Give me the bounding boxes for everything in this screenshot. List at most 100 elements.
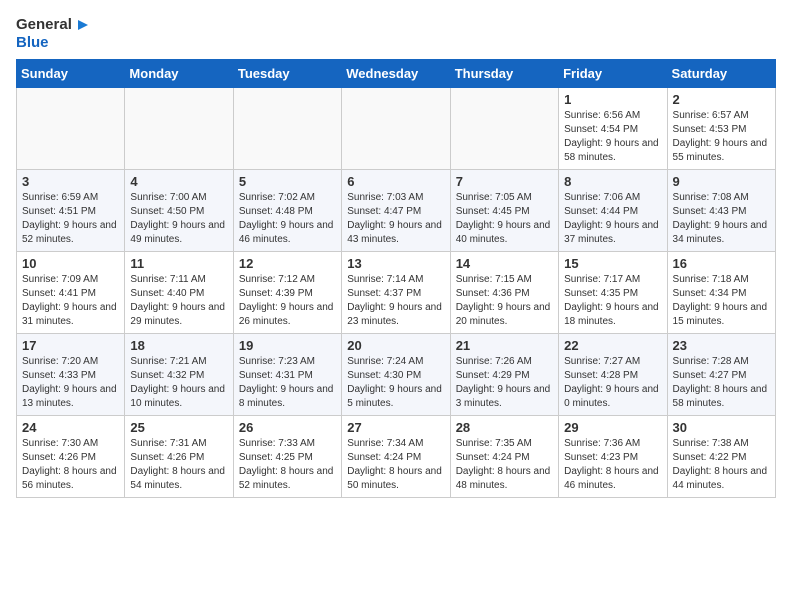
- day-number: 2: [673, 92, 770, 107]
- calendar-cell: 11 Sunrise: 7:11 AM Sunset: 4:40 PM Dayli…: [125, 252, 233, 334]
- calendar-cell: 28Sunrise: 7:35 AM Sunset: 4:24 PM Dayli…: [450, 416, 558, 498]
- day-number: 11: [130, 256, 227, 271]
- day-info: Sunrise: 7:17 AM Sunset: 4:35 PM Dayligh…: [564, 273, 661, 329]
- day-info: Sunrise: 6:56 AM Sunset: 4:54 PM Dayligh…: [564, 109, 661, 165]
- weekday-header-cell: Monday: [125, 60, 233, 88]
- day-info: Sunrise: 7:15 AM Sunset: 4:36 PM Dayligh…: [456, 273, 553, 329]
- calendar-cell: 9 Sunrise: 7:08 AM Sunset: 4:43 PM Daylig…: [667, 170, 775, 252]
- calendar-cell: 5Sunrise: 7:02 AM Sunset: 4:48 PM Daylig…: [233, 170, 341, 252]
- day-number: 3: [22, 174, 119, 189]
- weekday-header-cell: Wednesday: [342, 60, 450, 88]
- calendar-cell: [125, 88, 233, 170]
- day-info: Sunrise: 7:34 AM Sunset: 4:24 PM Dayligh…: [347, 437, 444, 493]
- calendar-cell: 21 Sunrise: 7:26 AM Sunset: 4:29 PM Dayli…: [450, 334, 558, 416]
- day-number: 29: [564, 420, 661, 435]
- day-info: Sunrise: 7:11 AM Sunset: 4:40 PM Dayligh…: [130, 273, 227, 329]
- day-number: 30: [673, 420, 770, 435]
- calendar-cell: 18 Sunrise: 7:21 AM Sunset: 4:32 PM Dayli…: [125, 334, 233, 416]
- day-number: 15: [564, 256, 661, 271]
- calendar-body: 1 Sunrise: 6:56 AM Sunset: 4:54 PM Daylig…: [17, 88, 776, 498]
- day-number: 12: [239, 256, 336, 271]
- day-number: 26: [239, 420, 336, 435]
- calendar-cell: 19Sunrise: 7:23 AM Sunset: 4:31 PM Dayli…: [233, 334, 341, 416]
- day-number: 1: [564, 92, 661, 107]
- weekday-header-cell: Friday: [559, 60, 667, 88]
- weekday-header-row: SundayMondayTuesdayWednesdayThursdayFrid…: [17, 60, 776, 88]
- day-number: 22: [564, 338, 661, 353]
- logo-text-block: General Blue: [16, 16, 92, 51]
- calendar-cell: 15 Sunrise: 7:17 AM Sunset: 4:35 PM Dayli…: [559, 252, 667, 334]
- day-info: Sunrise: 7:28 AM Sunset: 4:27 PM Dayligh…: [673, 355, 770, 411]
- day-info: Sunrise: 7:26 AM Sunset: 4:29 PM Dayligh…: [456, 355, 553, 411]
- day-number: 8: [564, 174, 661, 189]
- day-info: Sunrise: 7:06 AM Sunset: 4:44 PM Dayligh…: [564, 191, 661, 247]
- day-number: 6: [347, 174, 444, 189]
- calendar-cell: 16Sunrise: 7:18 AM Sunset: 4:34 PM Dayli…: [667, 252, 775, 334]
- calendar-cell: [450, 88, 558, 170]
- calendar-cell: 25 Sunrise: 7:31 AM Sunset: 4:26 PM Dayli…: [125, 416, 233, 498]
- calendar-cell: [233, 88, 341, 170]
- weekday-header-cell: Saturday: [667, 60, 775, 88]
- calendar-cell: 4 Sunrise: 7:00 AM Sunset: 4:50 PM Daylig…: [125, 170, 233, 252]
- logo: General Blue: [16, 16, 92, 51]
- calendar-cell: 7Sunrise: 7:05 AM Sunset: 4:45 PM Daylig…: [450, 170, 558, 252]
- day-info: Sunrise: 6:59 AM Sunset: 4:51 PM Dayligh…: [22, 191, 119, 247]
- calendar-cell: 2 Sunrise: 6:57 AM Sunset: 4:53 PM Daylig…: [667, 88, 775, 170]
- calendar-row: 1 Sunrise: 6:56 AM Sunset: 4:54 PM Daylig…: [17, 88, 776, 170]
- calendar-cell: 6 Sunrise: 7:03 AM Sunset: 4:47 PM Daylig…: [342, 170, 450, 252]
- calendar-cell: 10Sunrise: 7:09 AM Sunset: 4:41 PM Dayli…: [17, 252, 125, 334]
- calendar-cell: 23Sunrise: 7:28 AM Sunset: 4:27 PM Dayli…: [667, 334, 775, 416]
- calendar-cell: 1 Sunrise: 6:56 AM Sunset: 4:54 PM Daylig…: [559, 88, 667, 170]
- day-info: Sunrise: 6:57 AM Sunset: 4:53 PM Dayligh…: [673, 109, 770, 165]
- logo-arrow-icon: [74, 16, 92, 34]
- calendar-cell: 14 Sunrise: 7:15 AM Sunset: 4:36 PM Dayli…: [450, 252, 558, 334]
- page-header: General Blue: [16, 16, 776, 51]
- day-info: Sunrise: 7:12 AM Sunset: 4:39 PM Dayligh…: [239, 273, 336, 329]
- day-info: Sunrise: 7:31 AM Sunset: 4:26 PM Dayligh…: [130, 437, 227, 493]
- day-info: Sunrise: 7:14 AM Sunset: 4:37 PM Dayligh…: [347, 273, 444, 329]
- calendar-cell: 26 Sunrise: 7:33 AM Sunset: 4:25 PM Dayli…: [233, 416, 341, 498]
- logo-blue: Blue: [16, 34, 49, 51]
- day-info: Sunrise: 7:33 AM Sunset: 4:25 PM Dayligh…: [239, 437, 336, 493]
- calendar-row: 17 Sunrise: 7:20 AM Sunset: 4:33 PM Dayli…: [17, 334, 776, 416]
- day-info: Sunrise: 7:38 AM Sunset: 4:22 PM Dayligh…: [673, 437, 770, 493]
- day-number: 16: [673, 256, 770, 271]
- calendar-cell: 24 Sunrise: 7:30 AM Sunset: 4:26 PM Dayli…: [17, 416, 125, 498]
- day-info: Sunrise: 7:03 AM Sunset: 4:47 PM Dayligh…: [347, 191, 444, 247]
- day-number: 10: [22, 256, 119, 271]
- day-info: Sunrise: 7:05 AM Sunset: 4:45 PM Dayligh…: [456, 191, 553, 247]
- calendar-cell: 17 Sunrise: 7:20 AM Sunset: 4:33 PM Dayli…: [17, 334, 125, 416]
- calendar-row: 24 Sunrise: 7:30 AM Sunset: 4:26 PM Dayli…: [17, 416, 776, 498]
- calendar-cell: [342, 88, 450, 170]
- calendar-cell: 27Sunrise: 7:34 AM Sunset: 4:24 PM Dayli…: [342, 416, 450, 498]
- day-number: 18: [130, 338, 227, 353]
- calendar-cell: 8 Sunrise: 7:06 AM Sunset: 4:44 PM Daylig…: [559, 170, 667, 252]
- day-number: 4: [130, 174, 227, 189]
- calendar-row: 3 Sunrise: 6:59 AM Sunset: 4:51 PM Daylig…: [17, 170, 776, 252]
- calendar-cell: [17, 88, 125, 170]
- day-info: Sunrise: 7:30 AM Sunset: 4:26 PM Dayligh…: [22, 437, 119, 493]
- day-info: Sunrise: 7:00 AM Sunset: 4:50 PM Dayligh…: [130, 191, 227, 247]
- day-number: 14: [456, 256, 553, 271]
- calendar-cell: 12 Sunrise: 7:12 AM Sunset: 4:39 PM Dayli…: [233, 252, 341, 334]
- day-info: Sunrise: 7:35 AM Sunset: 4:24 PM Dayligh…: [456, 437, 553, 493]
- day-number: 21: [456, 338, 553, 353]
- day-number: 24: [22, 420, 119, 435]
- calendar-cell: 30 Sunrise: 7:38 AM Sunset: 4:22 PM Dayli…: [667, 416, 775, 498]
- day-info: Sunrise: 7:20 AM Sunset: 4:33 PM Dayligh…: [22, 355, 119, 411]
- calendar-table: SundayMondayTuesdayWednesdayThursdayFrid…: [16, 59, 776, 498]
- day-info: Sunrise: 7:08 AM Sunset: 4:43 PM Dayligh…: [673, 191, 770, 247]
- day-info: Sunrise: 7:21 AM Sunset: 4:32 PM Dayligh…: [130, 355, 227, 411]
- weekday-header-cell: Tuesday: [233, 60, 341, 88]
- weekday-header-cell: Sunday: [17, 60, 125, 88]
- calendar-cell: 22Sunrise: 7:27 AM Sunset: 4:28 PM Dayli…: [559, 334, 667, 416]
- day-number: 5: [239, 174, 336, 189]
- day-number: 25: [130, 420, 227, 435]
- calendar-cell: 20Sunrise: 7:24 AM Sunset: 4:30 PM Dayli…: [342, 334, 450, 416]
- calendar-cell: 13 Sunrise: 7:14 AM Sunset: 4:37 PM Dayli…: [342, 252, 450, 334]
- day-number: 13: [347, 256, 444, 271]
- day-number: 9: [673, 174, 770, 189]
- calendar-cell: 29Sunrise: 7:36 AM Sunset: 4:23 PM Dayli…: [559, 416, 667, 498]
- logo-general: General: [16, 16, 72, 33]
- day-number: 17: [22, 338, 119, 353]
